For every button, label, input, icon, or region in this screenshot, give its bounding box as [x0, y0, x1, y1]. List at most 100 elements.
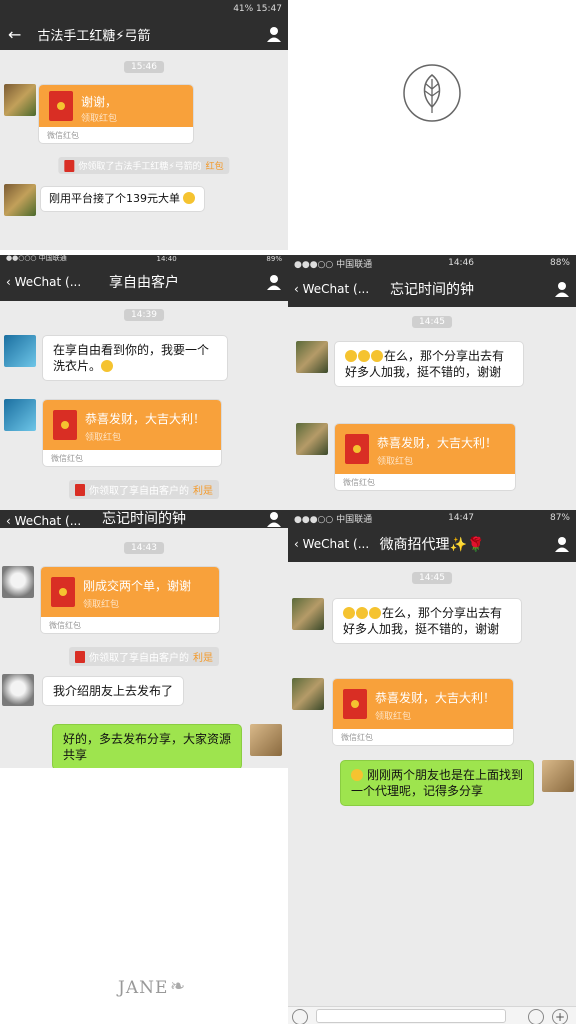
- timestamp: 14:39: [124, 309, 164, 321]
- message-input[interactable]: [316, 1009, 506, 1023]
- avatar[interactable]: [296, 423, 328, 455]
- voice-icon[interactable]: [292, 1009, 308, 1024]
- watermark-text: JANE: [118, 978, 169, 998]
- timestamp: 14:45: [412, 572, 452, 584]
- avatar[interactable]: [2, 674, 34, 706]
- nav-bar: ‹ WeChat (... 微商招代理✨🌹: [288, 526, 576, 562]
- status-time: 14:40: [156, 255, 177, 263]
- packet-greeting: 恭喜发财，大吉大利！: [375, 691, 496, 705]
- packet-footer: 微信红包: [49, 621, 81, 630]
- packet-footer: 微信红包: [343, 478, 375, 487]
- status-battery: 87%: [549, 513, 570, 523]
- my-message-bubble: 好的，多去发布分享，大家资源共享: [52, 724, 242, 768]
- smiley-icon: [369, 607, 381, 619]
- contact-profile-icon[interactable]: [266, 26, 282, 42]
- status-battery: 89%: [266, 255, 282, 263]
- packet-greeting: 恭喜发财，大吉大利！: [85, 412, 206, 426]
- smiley-icon: [356, 607, 368, 619]
- packet-footer: 微信红包: [341, 733, 373, 742]
- status-time: 14:47: [448, 513, 475, 523]
- red-packet[interactable]: 恭喜发财，大吉大利！ 领取红包 微信红包: [332, 678, 514, 746]
- packet-claim: 领取红包: [81, 114, 118, 124]
- message-bubble: 在享自由看到你的，我要一个洗衣片。: [42, 335, 228, 381]
- red-packet[interactable]: 恭喜发财，大吉大利！ 领取红包 微信红包: [334, 423, 516, 491]
- smiley-icon: [371, 350, 383, 362]
- chat-panel-1: 41% 15:47 ← 古法手工红糖⚡弓箭 15:46 谢谢， 领取红包 微信红…: [0, 0, 288, 250]
- red-packet[interactable]: 谢谢， 领取红包 微信红包: [38, 84, 194, 144]
- red-packet[interactable]: 刚成交两个单，谢谢 领取红包 微信红包: [40, 566, 220, 634]
- red-packet-icon: [64, 159, 75, 172]
- smiley-icon: [358, 350, 370, 362]
- system-notice: 你领取了享自由客户的 利是: [69, 480, 219, 499]
- contact-profile-icon[interactable]: [554, 281, 570, 297]
- status-time: 14:46: [448, 258, 475, 268]
- back-button[interactable]: ‹ WeChat (...: [0, 275, 81, 289]
- notice-link[interactable]: 利是: [193, 649, 213, 664]
- packet-claim: 领取红包: [377, 457, 414, 467]
- red-packet[interactable]: 恭喜发财，大吉大利！ 领取红包 微信红包: [42, 399, 222, 467]
- back-button[interactable]: ‹ WeChat (...: [288, 537, 369, 551]
- avatar[interactable]: [292, 598, 324, 630]
- back-button[interactable]: ‹ WeChat (...: [288, 282, 369, 296]
- chat-title: 古法手工红糖⚡弓箭: [37, 28, 151, 44]
- notice-link[interactable]: 利是: [193, 482, 213, 497]
- red-envelope-icon: [49, 91, 73, 121]
- input-bar: +: [288, 1006, 576, 1024]
- logo-panel: [288, 0, 576, 255]
- red-packet-icon: [75, 483, 85, 496]
- grin-icon: [351, 769, 363, 781]
- emoji-icon[interactable]: [528, 1009, 544, 1024]
- contact-profile-icon[interactable]: [266, 511, 282, 527]
- notice-link[interactable]: 红包: [206, 159, 224, 172]
- nav-bar: ← 古法手工红糖⚡弓箭: [0, 18, 288, 50]
- status-battery: 88%: [549, 258, 570, 268]
- avatar[interactable]: [4, 399, 36, 431]
- red-envelope-icon: [345, 434, 369, 464]
- chat-panel-5: ●●●○○ 中国联通 14:47 87% ‹ WeChat (... 微商招代理…: [288, 510, 576, 1024]
- contact-profile-icon[interactable]: [266, 274, 282, 290]
- avatar[interactable]: [296, 341, 328, 373]
- packet-greeting: 谢谢，: [81, 95, 118, 109]
- message-bubble: 在么，那个分享出去有好多人加我，挺不错的，谢谢: [332, 598, 522, 644]
- plus-icon[interactable]: +: [552, 1009, 568, 1024]
- avatar[interactable]: [4, 335, 36, 367]
- system-notice: 你领取了享自由客户的 利是: [69, 647, 219, 666]
- status-right: 41% 15:47: [233, 4, 282, 14]
- status-bar: 41% 15:47: [0, 0, 288, 18]
- smiley-icon: [183, 192, 195, 204]
- packet-claim: 领取红包: [375, 712, 412, 722]
- nav-bar: ‹ WeChat (... 忘记时间的钟: [288, 271, 576, 307]
- back-arrow-icon[interactable]: ←: [0, 25, 21, 44]
- smiley-icon: [343, 607, 355, 619]
- status-bar: ●●●○○ 中国联通 14:47 87%: [288, 510, 576, 526]
- contact-profile-icon[interactable]: [554, 536, 570, 552]
- nav-bar: ‹ WeChat (... 忘记时间的钟: [0, 510, 288, 528]
- my-avatar[interactable]: [250, 724, 282, 756]
- packet-claim: 领取红包: [85, 433, 122, 443]
- message-bubble: 在么，那个分享出去有好多人加我，挺不错的，谢谢: [334, 341, 524, 387]
- avatar[interactable]: [4, 184, 36, 216]
- avatar[interactable]: [292, 678, 324, 710]
- message-bubble: 我介绍朋友上去发布了: [42, 676, 185, 706]
- chat-panel-3: ●●●○○ 中国联通 14:46 88% ‹ WeChat (... 忘记时间的…: [288, 255, 576, 510]
- timestamp: 14:43: [124, 542, 164, 554]
- smiley-icon: [345, 350, 357, 362]
- back-button[interactable]: ‹ WeChat (...: [0, 514, 81, 528]
- timestamp: 15:46: [124, 61, 164, 73]
- leaf-logo-icon: [403, 64, 461, 122]
- red-envelope-icon: [343, 689, 367, 719]
- status-bar: ●●●○○ 中国联通 14:46 88%: [288, 255, 576, 271]
- packet-claim: 领取红包: [83, 600, 120, 610]
- my-avatar[interactable]: [542, 760, 574, 792]
- message-bubble: 刚用平台接了个139元大单: [40, 186, 205, 212]
- red-packet-icon: [75, 650, 85, 663]
- smiley-icon: [101, 360, 114, 372]
- chat-panel-2: ●●○○○ 中国联通 14:40 89% ‹ WeChat (... 享自由客户…: [0, 255, 288, 510]
- packet-greeting: 恭喜发财，大吉大利！: [377, 436, 498, 450]
- nav-bar: ‹ WeChat (... 享自由客户: [0, 263, 288, 301]
- avatar[interactable]: [4, 84, 36, 116]
- avatar[interactable]: [2, 566, 34, 598]
- watermark-area: JANE ❧: [0, 768, 288, 1024]
- red-envelope-icon: [53, 410, 77, 440]
- system-notice: 你领取了古法手工红糖⚡弓箭的 红包: [58, 157, 230, 174]
